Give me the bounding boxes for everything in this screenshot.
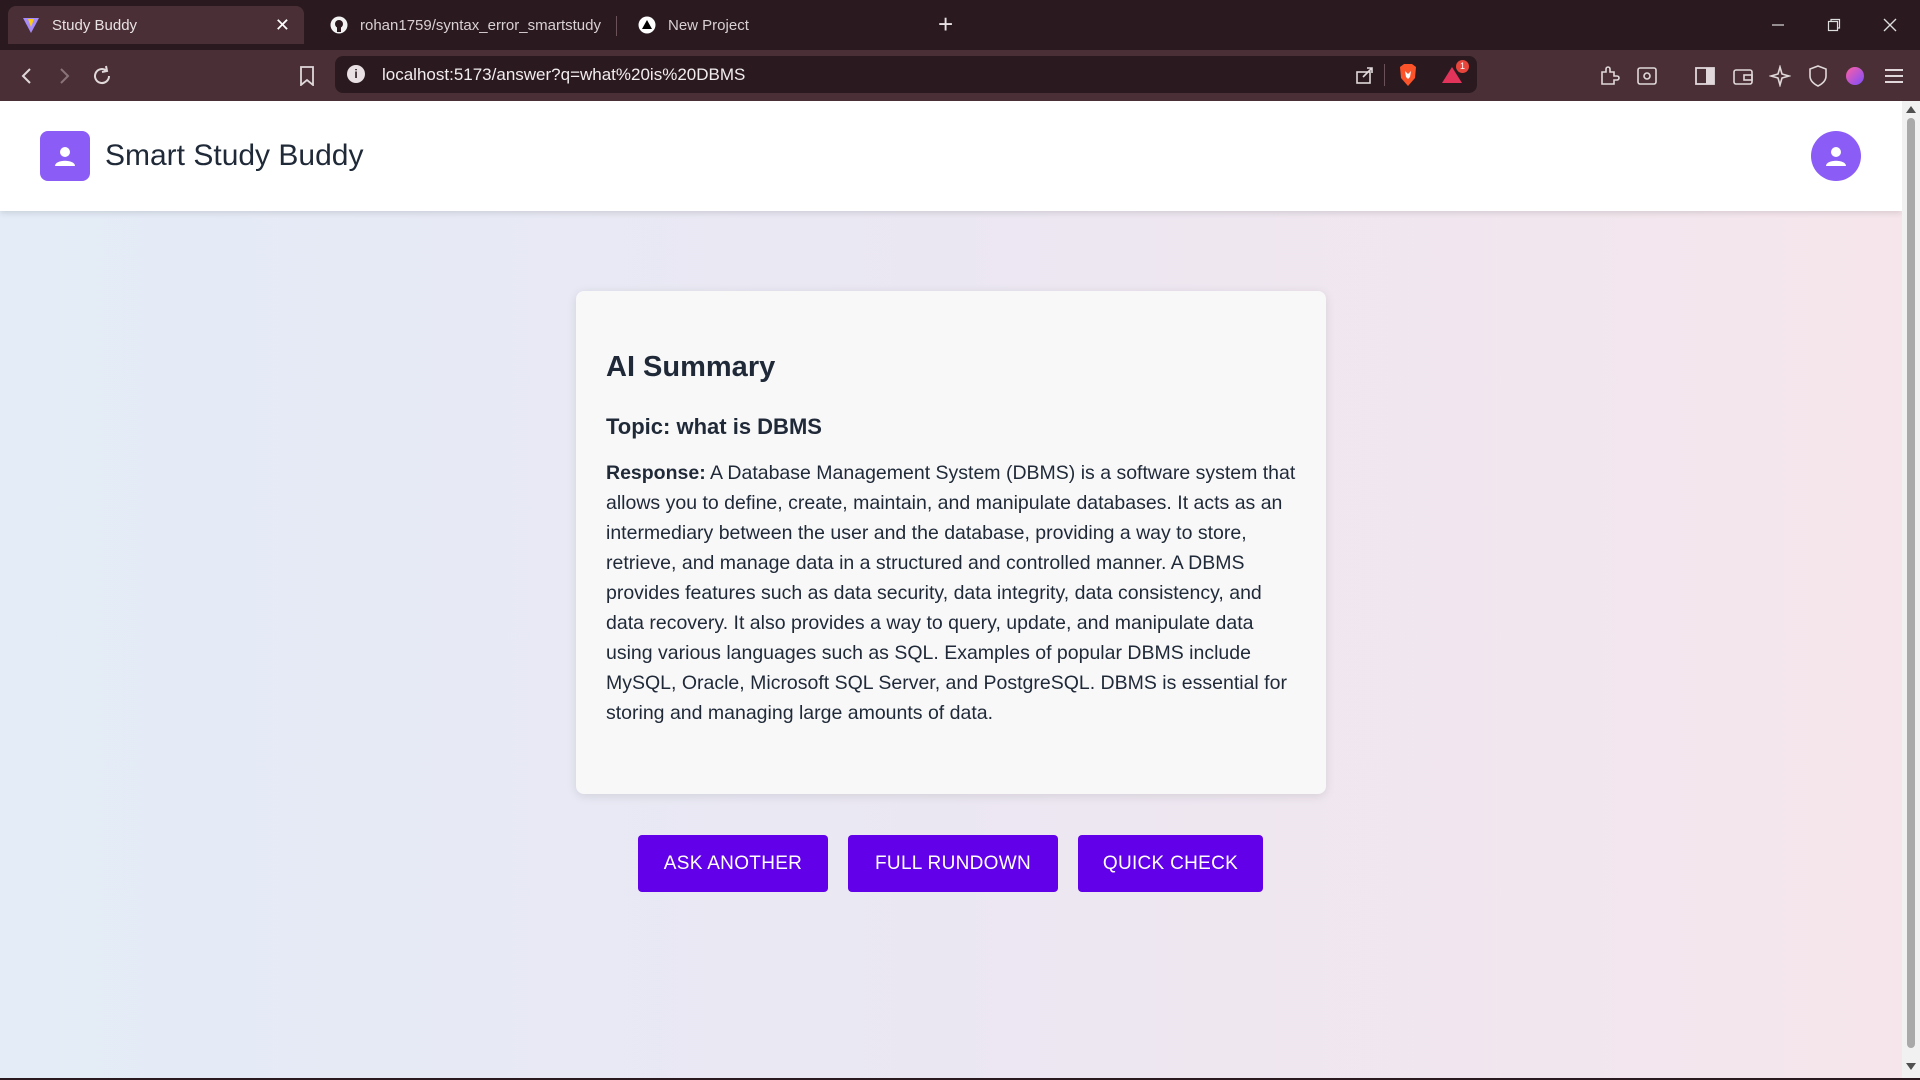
- tab-new-project[interactable]: New Project: [624, 6, 924, 44]
- menu-icon[interactable]: [1880, 62, 1908, 90]
- close-window-icon[interactable]: [1862, 0, 1918, 50]
- rewards-badge: 1: [1456, 60, 1469, 73]
- quick-check-button[interactable]: QUICK CHECK: [1078, 835, 1263, 892]
- tab-github[interactable]: rohan1759/syntax_error_smartstudyb: [316, 6, 616, 44]
- user-icon: [1826, 147, 1846, 166]
- leo-ai-icon[interactable]: [1766, 62, 1794, 90]
- triangle-icon: [638, 16, 656, 34]
- wallet-icon[interactable]: [1729, 62, 1757, 90]
- app-header: Smart Study Buddy: [0, 101, 1902, 211]
- tab-title: Study Buddy: [52, 16, 138, 34]
- reload-icon[interactable]: [88, 62, 116, 90]
- topic-value: what is DBMS: [676, 414, 822, 439]
- full-rundown-button[interactable]: FULL RUNDOWN: [848, 835, 1058, 892]
- ask-another-button[interactable]: ASK ANOTHER: [638, 835, 828, 892]
- profile-icon[interactable]: [1841, 62, 1869, 90]
- scrollbar-thumb[interactable]: [1907, 118, 1915, 1048]
- page-viewport: Smart Study Buddy AI Summary Topic: what…: [0, 101, 1902, 1078]
- browser-tab-bar: Study Buddy ✕ rohan1759/syntax_error_sma…: [0, 0, 1920, 50]
- tab-title: rohan1759/syntax_error_smartstudyb: [360, 16, 602, 34]
- restore-icon[interactable]: [1806, 0, 1862, 50]
- summary-heading: AI Summary: [606, 351, 776, 383]
- github-icon: [330, 16, 348, 34]
- app-title: Smart Study Buddy: [105, 139, 364, 172]
- tab-separator: [616, 16, 617, 36]
- logo: [40, 131, 90, 181]
- brave-shields-icon[interactable]: [1395, 62, 1421, 88]
- user-icon: [55, 147, 75, 166]
- sidebar-toggle-icon[interactable]: [1691, 62, 1719, 90]
- tab-study-buddy[interactable]: Study Buddy ✕: [8, 6, 304, 44]
- bookmark-icon[interactable]: [293, 62, 321, 90]
- tab-title: New Project: [668, 16, 749, 34]
- vpn-icon[interactable]: [1804, 62, 1832, 90]
- close-tab-icon[interactable]: ✕: [275, 15, 290, 36]
- omnibox-divider: [1384, 64, 1385, 86]
- page-scrollbar[interactable]: [1902, 101, 1920, 1078]
- response-label: Response:: [606, 462, 706, 484]
- address-url[interactable]: localhost:5173/answer?q=what%20is%20DBMS: [382, 65, 745, 85]
- scroll-up-icon[interactable]: [1906, 106, 1916, 113]
- response-text: A Database Management System (DBMS) is a…: [606, 462, 1296, 724]
- vite-icon: [22, 16, 40, 34]
- forward-icon[interactable]: [50, 62, 78, 90]
- scroll-down-icon[interactable]: [1906, 1063, 1916, 1070]
- browser-toolbar: i localhost:5173/answer?q=what%20is%20DB…: [0, 50, 1920, 101]
- minimize-icon[interactable]: [1750, 0, 1806, 50]
- avatar[interactable]: [1811, 131, 1861, 181]
- new-tab-button[interactable]: +: [938, 10, 953, 38]
- topic-line: Topic: what is DBMS: [606, 414, 1296, 440]
- back-icon[interactable]: [13, 62, 41, 90]
- site-info-icon[interactable]: i: [347, 65, 365, 83]
- brave-rewards-icon[interactable]: 1: [1439, 60, 1469, 88]
- extensions-icon[interactable]: [1595, 62, 1623, 90]
- leo-sidebar-icon[interactable]: [1633, 62, 1661, 90]
- topic-label: Topic:: [606, 414, 671, 439]
- share-icon[interactable]: [1352, 62, 1378, 88]
- summary-card: AI Summary Topic: what is DBMS Response:…: [576, 291, 1326, 794]
- address-bar[interactable]: i localhost:5173/answer?q=what%20is%20DB…: [335, 56, 1477, 93]
- response-block: Response: A Database Management System (…: [606, 458, 1296, 728]
